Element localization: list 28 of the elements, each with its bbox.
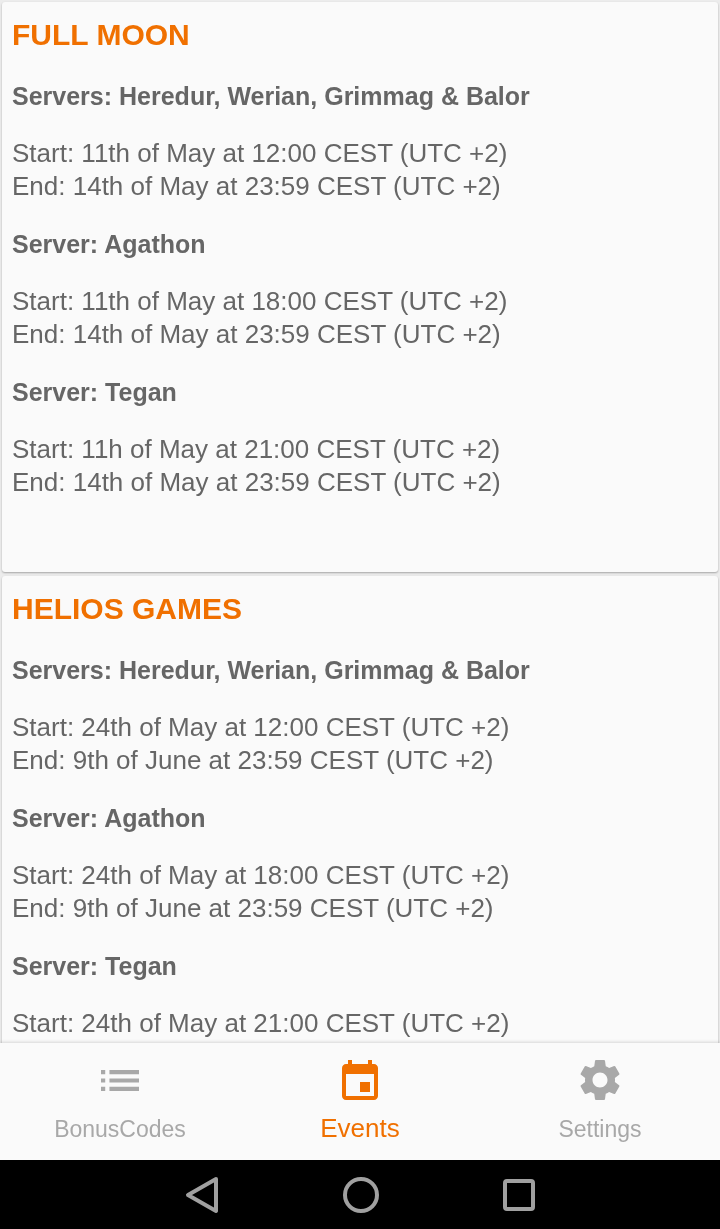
server-heading: Server: Agathon — [12, 803, 206, 833]
server-heading: Server: Agathon — [12, 229, 206, 259]
end-time-text: End: 14th of May at 23:59 CEST (UTC +2) — [12, 318, 501, 351]
recent-apps-icon[interactable] — [503, 1178, 535, 1211]
end-time-text: End: 14th of May at 23:59 CEST (UTC +2) — [12, 466, 501, 499]
nav-tab[interactable]: BonusCodes — [0, 1043, 240, 1160]
home-icon[interactable] — [343, 1176, 379, 1213]
nav-tab[interactable]: Events — [240, 1043, 480, 1160]
end-time-text: End: 9th of June at 23:59 CEST (UTC +2) — [12, 744, 494, 777]
start-time-text: Start: 24th of May at 21:00 CEST (UTC +2) — [12, 1007, 510, 1040]
start-time-text: Start: 11th of May at 18:00 CEST (UTC +2) — [12, 285, 508, 318]
settings-icon — [580, 1060, 620, 1100]
calendar-icon — [342, 1060, 378, 1100]
server-heading: Server: Tegan — [12, 951, 177, 981]
back-icon[interactable] — [185, 1175, 219, 1214]
start-time-text: Start: 11th of May at 12:00 CEST (UTC +2) — [12, 137, 508, 170]
list-icon — [101, 1069, 139, 1091]
server-heading: Server: Tegan — [12, 377, 177, 407]
end-time-text: End: 14th of May at 23:59 CEST (UTC +2) — [12, 170, 501, 203]
nav-tab[interactable]: Settings — [480, 1043, 720, 1160]
server-heading: Servers: Heredur, Werian, Grimmag & Balor — [12, 81, 530, 111]
start-time-text: Start: 24th of May at 18:00 CEST (UTC +2) — [12, 859, 510, 892]
event-title: FULL MOON — [12, 17, 190, 53]
start-time-text: Start: 24th of May at 12:00 CEST (UTC +2) — [12, 711, 510, 744]
server-heading: Servers: Heredur, Werian, Grimmag & Balor — [12, 655, 530, 685]
event-title: HELIOS GAMES — [12, 591, 243, 627]
end-time-text: End: 9th of June at 23:59 CEST (UTC +2) — [12, 892, 494, 925]
start-time-text: Start: 11h of May at 21:00 CEST (UTC +2) — [12, 433, 501, 466]
